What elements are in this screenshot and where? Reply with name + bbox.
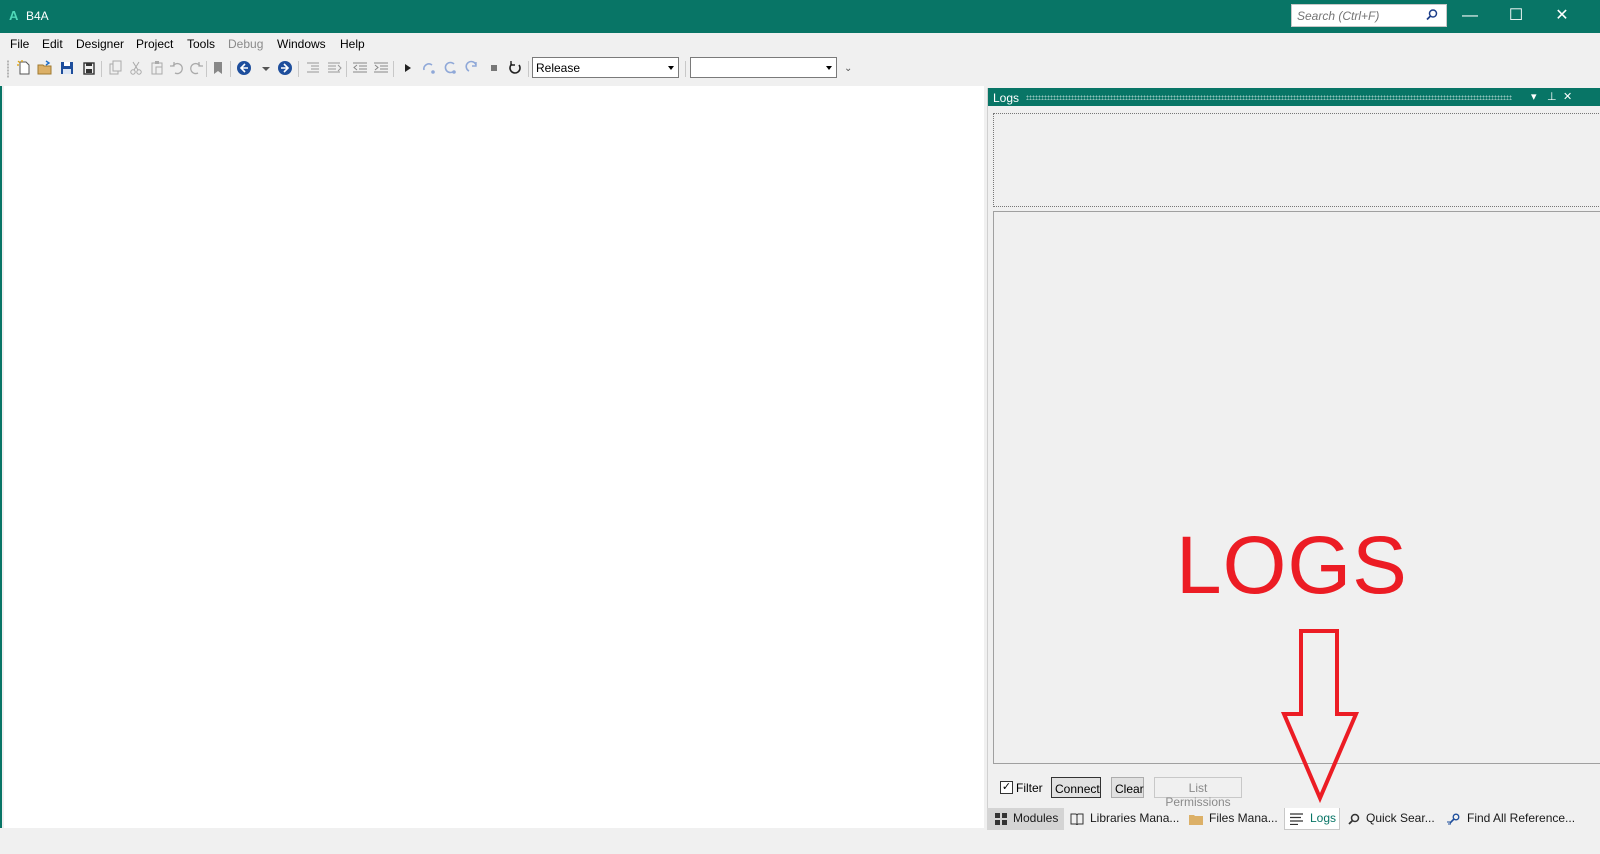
book-icon (1070, 813, 1084, 825)
menu-designer[interactable]: Designer (76, 37, 124, 51)
back-dropdown-icon[interactable] (258, 60, 274, 76)
tab-label: Find All Reference... (1467, 811, 1576, 825)
search-box[interactable] (1291, 4, 1447, 27)
close-button[interactable]: ✕ (1539, 0, 1585, 33)
toolbar-grip[interactable] (7, 60, 9, 78)
comment-icon[interactable] (305, 60, 321, 76)
menu-debug[interactable]: Debug (228, 37, 263, 51)
step-out-icon[interactable] (464, 60, 480, 76)
minimize-button[interactable]: — (1447, 0, 1493, 33)
menu-help[interactable]: Help (340, 37, 365, 51)
clear-button[interactable]: Clear (1111, 777, 1144, 798)
toolbar: Release ⌄ (0, 55, 1600, 83)
save-all-icon[interactable] (81, 60, 97, 76)
filter-label: Filter (1016, 781, 1043, 795)
bookmark-icon[interactable] (210, 60, 226, 76)
tab-label: Libraries Mana... (1090, 811, 1180, 825)
tab-logs[interactable]: Logs (1284, 808, 1340, 830)
logs-icon (1290, 813, 1303, 825)
menu-windows[interactable]: Windows (277, 37, 326, 51)
new-file-icon[interactable] (16, 60, 32, 76)
toolbar-overflow-icon[interactable]: ⌄ (844, 63, 852, 74)
modules-icon (995, 812, 1007, 825)
search-icon[interactable] (1425, 8, 1439, 25)
app-logo-icon: A (9, 8, 19, 23)
search-input[interactable] (1292, 5, 1422, 26)
step-over-icon[interactable] (443, 60, 459, 76)
logs-filter-area[interactable] (993, 113, 1600, 207)
folder-icon (1189, 814, 1203, 825)
stop-icon[interactable] (486, 60, 502, 76)
tab-label: Quick Sear... (1366, 811, 1435, 825)
app-title: B4A (26, 9, 49, 23)
tab-modules[interactable]: Modules (987, 808, 1064, 830)
outdent-icon[interactable] (352, 60, 368, 76)
list-permissions-button[interactable]: List Permissions (1154, 777, 1242, 809)
forward-icon[interactable] (277, 60, 293, 76)
restart-icon[interactable] (507, 60, 523, 76)
tab-files-manager[interactable]: Files Mana... (1189, 808, 1281, 830)
redo-icon[interactable] (188, 60, 204, 76)
uncomment-icon[interactable] (326, 60, 342, 76)
tab-find-all-references[interactable]: Find All Reference... (1447, 808, 1600, 830)
save-icon[interactable] (59, 60, 75, 76)
device-select[interactable] (690, 57, 837, 78)
menu-tools[interactable]: Tools (187, 37, 215, 51)
tab-label: Logs (1310, 811, 1337, 825)
code-editor-area[interactable] (4, 86, 984, 828)
filter-checkbox[interactable]: ✓ (1000, 781, 1013, 794)
tab-quick-search[interactable]: Quick Sear... (1348, 808, 1438, 830)
chevron-down-icon (668, 66, 674, 70)
tab-label: Files Mana... (1209, 811, 1278, 825)
window-edge (0, 86, 2, 828)
undo-icon[interactable] (169, 60, 185, 76)
tab-libraries-manager[interactable]: Libraries Mana... (1070, 808, 1182, 830)
logs-panel-title: Logs (993, 91, 1020, 105)
connect-button[interactable]: Connect (1051, 777, 1101, 798)
logs-panel-header[interactable]: Logs ▾ ⊥ ✕ (988, 88, 1600, 106)
menu-bar: File Edit Designer Project Tools Debug W… (0, 33, 1600, 55)
chevron-down-icon (826, 66, 832, 70)
header-grip (1026, 95, 1512, 100)
references-icon (1447, 813, 1460, 825)
search-icon (1348, 813, 1360, 825)
panel-dropdown-icon[interactable]: ▾ (1531, 90, 1537, 103)
menu-project[interactable]: Project (136, 37, 173, 51)
copy-icon[interactable] (107, 60, 123, 76)
menu-edit[interactable]: Edit (42, 37, 63, 51)
step-in-icon[interactable] (421, 60, 437, 76)
open-icon[interactable] (37, 60, 53, 76)
build-config-select[interactable]: Release (532, 57, 679, 78)
annotation-label: LOGS (1176, 520, 1408, 611)
title-bar: A B4A — ☐ ✕ (0, 0, 1600, 33)
cut-icon[interactable] (128, 60, 144, 76)
build-config-value: Release (536, 61, 581, 75)
pin-icon[interactable]: ⊥ (1547, 90, 1557, 103)
run-icon[interactable] (400, 60, 416, 76)
back-icon[interactable] (236, 60, 252, 76)
status-strip (0, 830, 1600, 854)
annotation-arrow-icon (1280, 629, 1360, 804)
indent-icon[interactable] (373, 60, 389, 76)
tab-label: Modules (1013, 811, 1059, 825)
menu-file[interactable]: File (10, 37, 29, 51)
paste-icon[interactable] (149, 60, 165, 76)
maximize-button[interactable]: ☐ (1493, 0, 1539, 33)
tool-window-tabs: Modules Libraries Mana... Files Mana... … (987, 808, 1600, 830)
panel-close-icon[interactable]: ✕ (1563, 90, 1572, 103)
